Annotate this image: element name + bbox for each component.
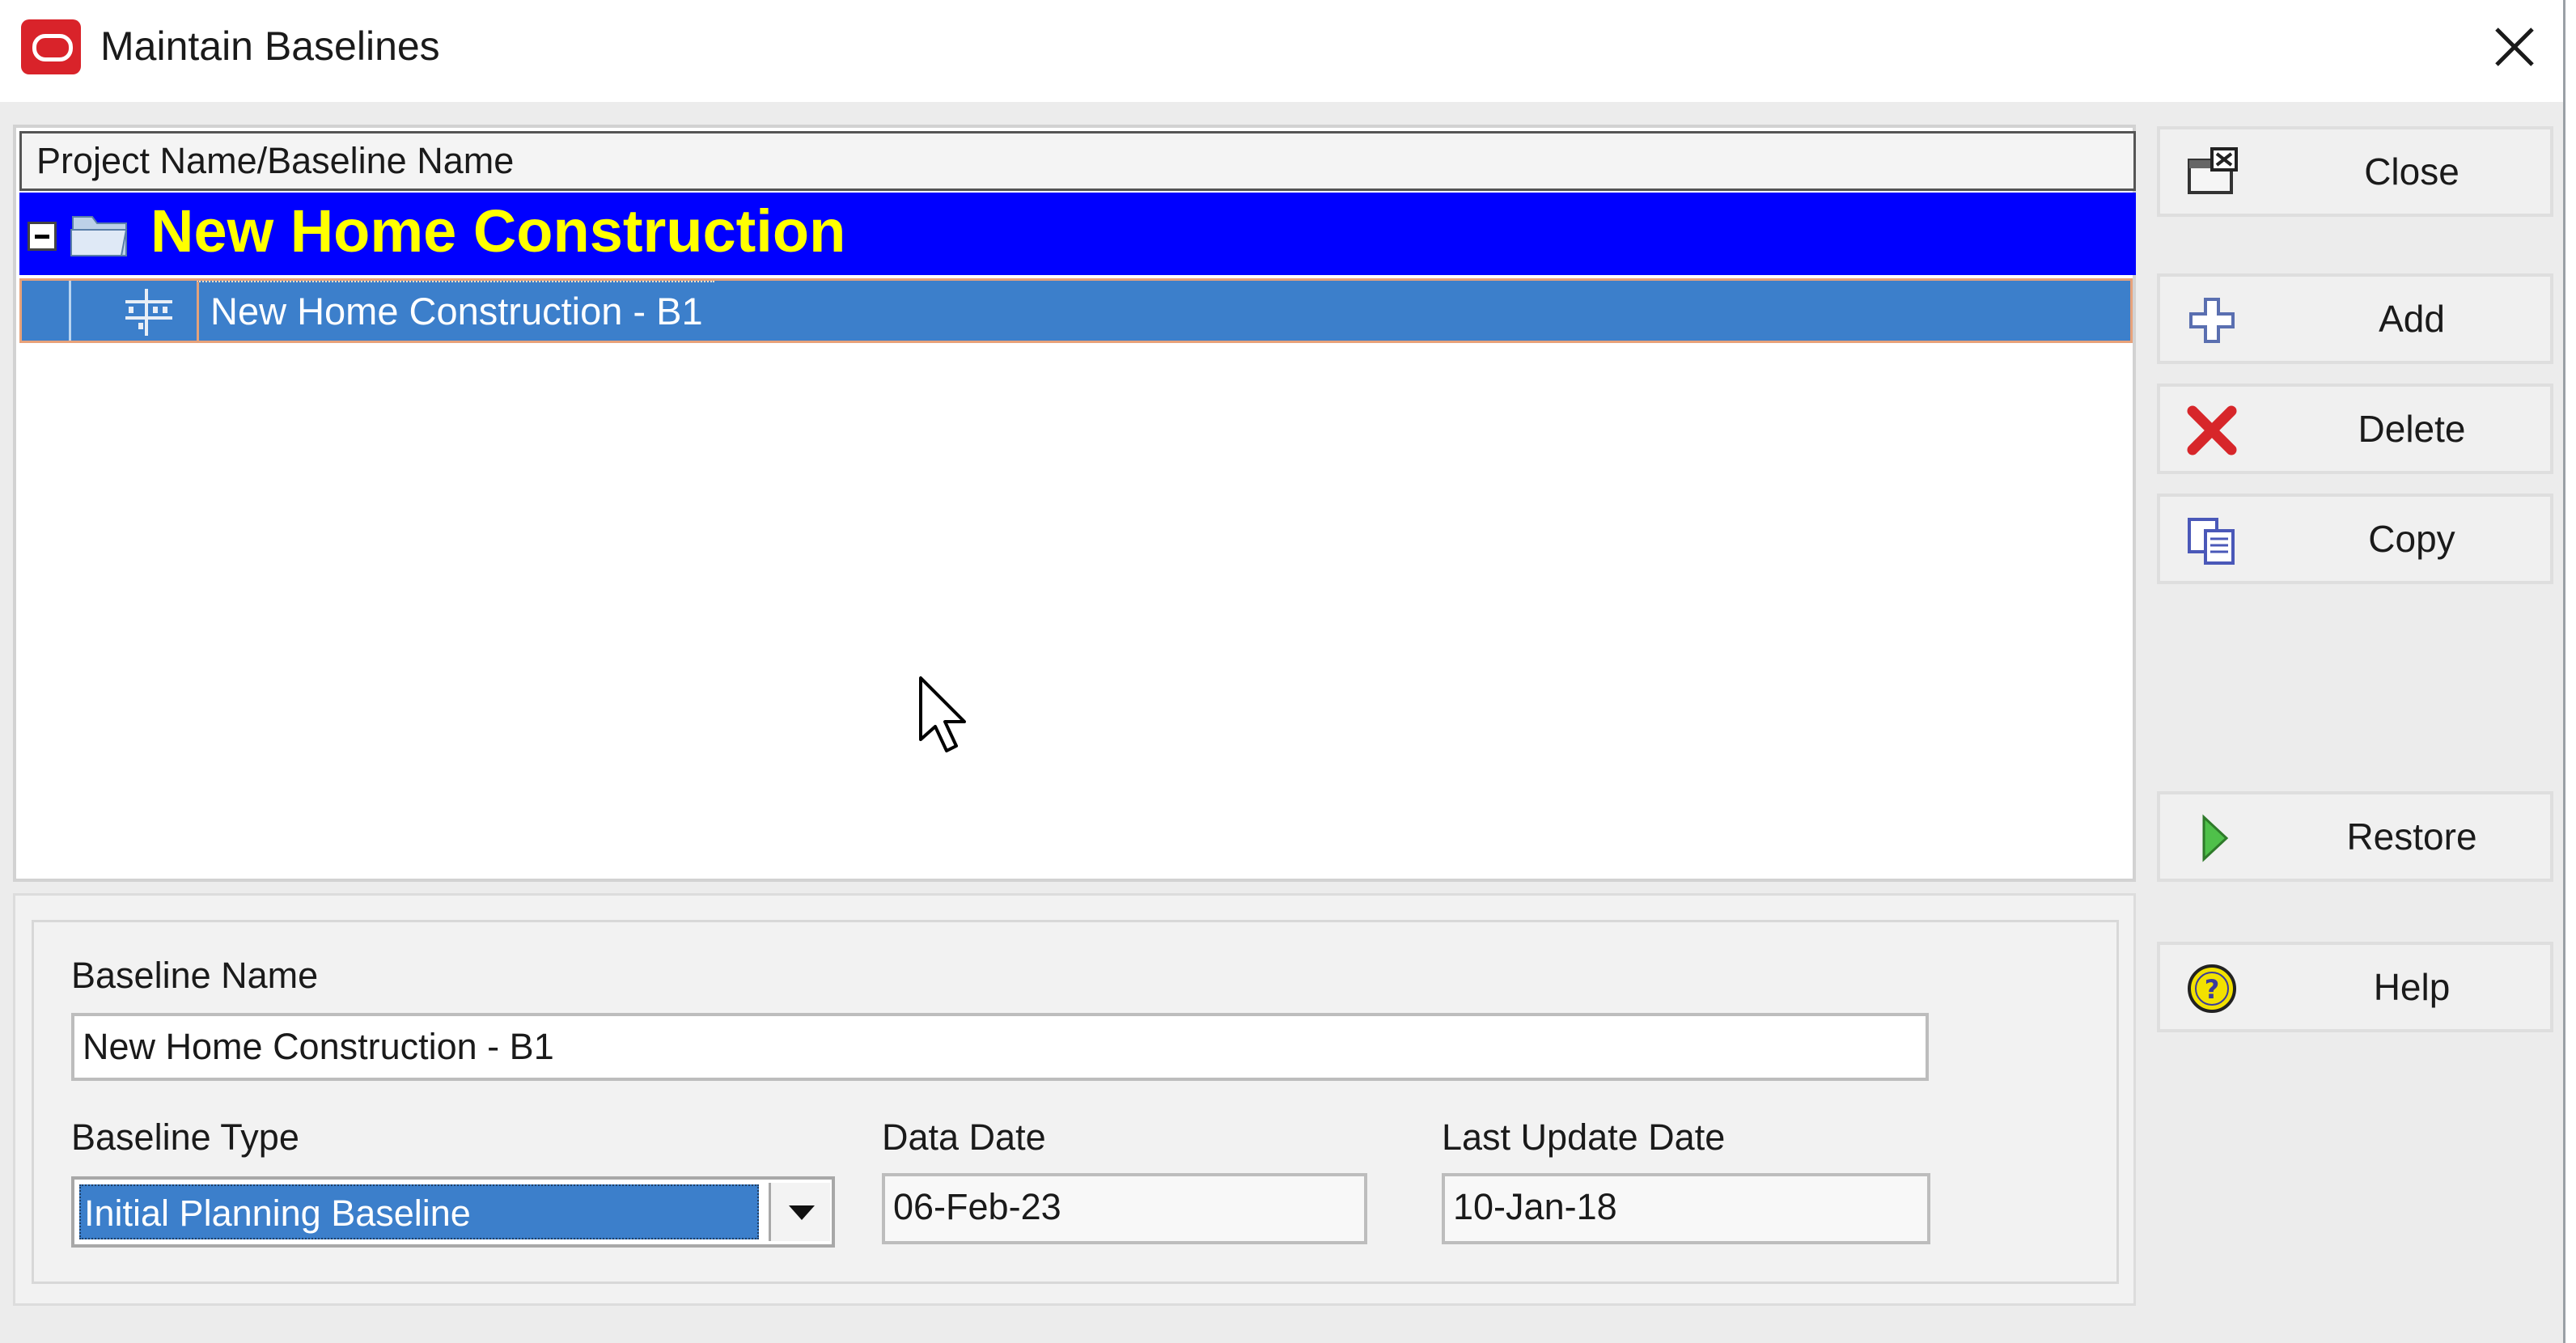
help-button-label: Help	[2373, 966, 2451, 1008]
last-update-date-field: 10-Jan-18	[1442, 1173, 1930, 1244]
oracle-logo-icon	[21, 19, 81, 74]
copy-button[interactable]: Copy	[2157, 494, 2553, 584]
close-window-icon	[2184, 147, 2241, 199]
plus-icon	[2184, 294, 2241, 346]
close-button-label: Close	[2364, 150, 2459, 193]
chevron-down-icon[interactable]	[769, 1183, 830, 1241]
baseline-type-value[interactable]: Initial Planning Baseline	[79, 1184, 759, 1239]
play-icon	[2184, 812, 2241, 864]
close-button[interactable]: Close	[2157, 126, 2553, 217]
add-button-label: Add	[2379, 298, 2445, 340]
add-button[interactable]: Add	[2157, 273, 2553, 364]
baseline-name-field[interactable]: New Home Construction - B1	[71, 1013, 1929, 1081]
project-name: New Home Construction	[150, 197, 846, 265]
baseline-row[interactable]: New Home Construction - B1	[19, 278, 2133, 343]
data-date-label: Data Date	[882, 1116, 1046, 1158]
baseline-name-label: Baseline Name	[71, 955, 319, 996]
baseline-tree[interactable]: Project Name/Baseline Name New Home Cons…	[13, 125, 2136, 882]
help-icon: ?	[2184, 963, 2241, 1015]
collapse-toggle[interactable]	[28, 222, 57, 251]
window-edge	[2563, 0, 2576, 1343]
baseline-name-cell[interactable]: New Home Construction - B1	[197, 281, 714, 342]
baseline-type-dropdown[interactable]: Initial Planning Baseline	[71, 1176, 835, 1248]
last-update-date-label: Last Update Date	[1442, 1116, 1726, 1158]
delete-button[interactable]: Delete	[2157, 383, 2553, 474]
project-row[interactable]: New Home Construction	[19, 193, 2136, 275]
red-x-icon	[2184, 405, 2241, 456]
svg-text:?: ?	[2205, 974, 2220, 1005]
baseline-tree-icon	[122, 287, 176, 337]
help-button[interactable]: ? Help	[2157, 942, 2553, 1032]
window-title: Maintain Baselines	[100, 23, 440, 69]
title-bar: Maintain Baselines	[0, 0, 2576, 102]
mouse-pointer-icon	[917, 675, 974, 756]
tree-connector	[69, 281, 71, 341]
restore-button-label: Restore	[2346, 816, 2477, 858]
copy-button-label: Copy	[2368, 518, 2455, 560]
copy-icon	[2184, 515, 2241, 566]
delete-button-label: Delete	[2358, 408, 2466, 450]
baseline-type-label: Baseline Type	[71, 1116, 299, 1158]
folder-icon	[70, 209, 131, 261]
close-x-icon[interactable]	[2481, 13, 2548, 81]
column-header[interactable]: Project Name/Baseline Name	[19, 131, 2136, 191]
data-date-field[interactable]: 06-Feb-23	[882, 1173, 1367, 1244]
restore-button[interactable]: Restore	[2157, 791, 2553, 882]
